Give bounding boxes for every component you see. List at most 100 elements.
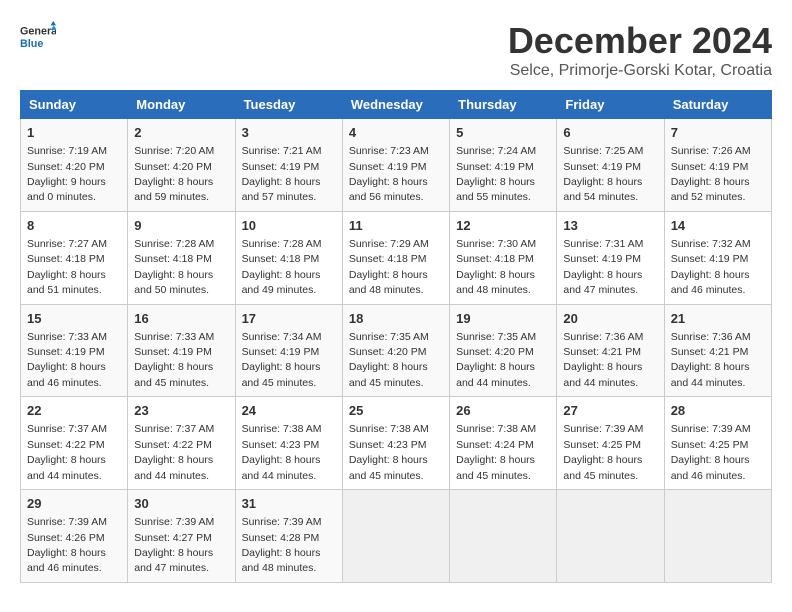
day-number: 12: [456, 217, 550, 235]
logo-icon: General Blue: [20, 20, 56, 56]
table-row: [664, 490, 771, 583]
logo: General Blue: [20, 20, 56, 56]
table-row: 20Sunrise: 7:36 AM Sunset: 4:21 PM Dayli…: [557, 304, 664, 397]
day-info: Sunrise: 7:39 AM Sunset: 4:28 PM Dayligh…: [242, 516, 322, 574]
page-title: December 2024: [508, 20, 772, 62]
day-info: Sunrise: 7:27 AM Sunset: 4:18 PM Dayligh…: [27, 238, 107, 296]
col-monday: Monday: [128, 91, 235, 119]
table-row: 6 Sunrise: 7:25 AM Sunset: 4:19 PM Daylig…: [557, 119, 664, 212]
table-row: 25Sunrise: 7:38 AM Sunset: 4:23 PM Dayli…: [342, 397, 449, 490]
table-row: [557, 490, 664, 583]
day-number: 1: [27, 124, 121, 142]
day-info: Sunrise: 7:28 AM Sunset: 4:18 PM Dayligh…: [242, 238, 322, 296]
day-number: 22: [27, 402, 121, 420]
table-row: 21 Sunrise: 7:36 AM Sunset: 4:21 PM Dayli…: [664, 304, 771, 397]
day-info: Sunrise: 7:24 AM Sunset: 4:19 PM Dayligh…: [456, 145, 536, 203]
day-number: 29: [27, 495, 121, 513]
table-row: 19Sunrise: 7:35 AM Sunset: 4:20 PM Dayli…: [450, 304, 557, 397]
day-info: Sunrise: 7:39 AM Sunset: 4:27 PM Dayligh…: [134, 516, 214, 574]
day-number: 8: [27, 217, 121, 235]
calendar-week-row: 8 Sunrise: 7:27 AM Sunset: 4:18 PM Daylig…: [21, 211, 772, 304]
svg-text:General: General: [20, 25, 56, 37]
calendar-week-row: 15 Sunrise: 7:33 AM Sunset: 4:19 PM Dayli…: [21, 304, 772, 397]
table-row: 5 Sunrise: 7:24 AM Sunset: 4:19 PM Daylig…: [450, 119, 557, 212]
day-number: 21: [671, 310, 765, 328]
day-number: 7: [671, 124, 765, 142]
day-info: Sunrise: 7:28 AM Sunset: 4:18 PM Dayligh…: [134, 238, 214, 296]
table-row: 26Sunrise: 7:38 AM Sunset: 4:24 PM Dayli…: [450, 397, 557, 490]
table-row: 15 Sunrise: 7:33 AM Sunset: 4:19 PM Dayli…: [21, 304, 128, 397]
day-info: Sunrise: 7:35 AM Sunset: 4:20 PM Dayligh…: [456, 331, 536, 389]
table-row: 4 Sunrise: 7:23 AM Sunset: 4:19 PM Daylig…: [342, 119, 449, 212]
day-number: 28: [671, 402, 765, 420]
calendar-week-row: 22 Sunrise: 7:37 AM Sunset: 4:22 PM Dayli…: [21, 397, 772, 490]
table-row: 22 Sunrise: 7:37 AM Sunset: 4:22 PM Dayli…: [21, 397, 128, 490]
day-info: Sunrise: 7:19 AM Sunset: 4:20 PM Dayligh…: [27, 145, 107, 203]
page-subtitle: Selce, Primorje-Gorski Kotar, Croatia: [508, 62, 772, 80]
day-info: Sunrise: 7:34 AM Sunset: 4:19 PM Dayligh…: [242, 331, 322, 389]
day-info: Sunrise: 7:38 AM Sunset: 4:24 PM Dayligh…: [456, 423, 536, 481]
day-info: Sunrise: 7:20 AM Sunset: 4:20 PM Dayligh…: [134, 145, 214, 203]
calendar-week-row: 1 Sunrise: 7:19 AM Sunset: 4:20 PM Daylig…: [21, 119, 772, 212]
day-number: 9: [134, 217, 228, 235]
svg-text:Blue: Blue: [20, 38, 43, 50]
table-row: 28Sunrise: 7:39 AM Sunset: 4:25 PM Dayli…: [664, 397, 771, 490]
day-info: Sunrise: 7:39 AM Sunset: 4:25 PM Dayligh…: [563, 423, 643, 481]
day-number: 18: [349, 310, 443, 328]
table-row: 3Sunrise: 7:21 AM Sunset: 4:19 PM Daylig…: [235, 119, 342, 212]
day-number: 10: [242, 217, 336, 235]
table-row: 24Sunrise: 7:38 AM Sunset: 4:23 PM Dayli…: [235, 397, 342, 490]
day-info: Sunrise: 7:36 AM Sunset: 4:21 PM Dayligh…: [563, 331, 643, 389]
col-wednesday: Wednesday: [342, 91, 449, 119]
table-row: 18 Sunrise: 7:35 AM Sunset: 4:20 PM Dayli…: [342, 304, 449, 397]
calendar-week-row: 29 Sunrise: 7:39 AM Sunset: 4:26 PM Dayli…: [21, 490, 772, 583]
table-row: [342, 490, 449, 583]
table-row: 8 Sunrise: 7:27 AM Sunset: 4:18 PM Daylig…: [21, 211, 128, 304]
day-info: Sunrise: 7:33 AM Sunset: 4:19 PM Dayligh…: [27, 331, 107, 389]
table-row: 7 Sunrise: 7:26 AM Sunset: 4:19 PM Daylig…: [664, 119, 771, 212]
col-saturday: Saturday: [664, 91, 771, 119]
day-info: Sunrise: 7:37 AM Sunset: 4:22 PM Dayligh…: [134, 423, 214, 481]
day-info: Sunrise: 7:39 AM Sunset: 4:26 PM Dayligh…: [27, 516, 107, 574]
table-row: 12Sunrise: 7:30 AM Sunset: 4:18 PM Dayli…: [450, 211, 557, 304]
day-number: 2: [134, 124, 228, 142]
day-info: Sunrise: 7:33 AM Sunset: 4:19 PM Dayligh…: [134, 331, 214, 389]
day-number: 6: [563, 124, 657, 142]
table-row: 31 Sunrise: 7:39 AM Sunset: 4:28 PM Dayli…: [235, 490, 342, 583]
table-row: 29 Sunrise: 7:39 AM Sunset: 4:26 PM Dayli…: [21, 490, 128, 583]
page-header: General Blue December 2024 Selce, Primor…: [20, 20, 772, 80]
title-block: December 2024 Selce, Primorje-Gorski Kot…: [508, 20, 772, 80]
day-number: 27: [563, 402, 657, 420]
day-info: Sunrise: 7:26 AM Sunset: 4:19 PM Dayligh…: [671, 145, 751, 203]
day-number: 4: [349, 124, 443, 142]
day-number: 13: [563, 217, 657, 235]
table-row: 16 Sunrise: 7:33 AM Sunset: 4:19 PM Dayli…: [128, 304, 235, 397]
day-info: Sunrise: 7:35 AM Sunset: 4:20 PM Dayligh…: [349, 331, 429, 389]
table-row: 23 Sunrise: 7:37 AM Sunset: 4:22 PM Dayli…: [128, 397, 235, 490]
day-info: Sunrise: 7:36 AM Sunset: 4:21 PM Dayligh…: [671, 331, 751, 389]
day-number: 31: [242, 495, 336, 513]
table-row: 17 Sunrise: 7:34 AM Sunset: 4:19 PM Dayli…: [235, 304, 342, 397]
table-row: 1 Sunrise: 7:19 AM Sunset: 4:20 PM Daylig…: [21, 119, 128, 212]
table-row: 11 Sunrise: 7:29 AM Sunset: 4:18 PM Dayli…: [342, 211, 449, 304]
day-number: 23: [134, 402, 228, 420]
calendar-table: Sunday Monday Tuesday Wednesday Thursday…: [20, 90, 772, 583]
table-row: 27 Sunrise: 7:39 AM Sunset: 4:25 PM Dayli…: [557, 397, 664, 490]
col-friday: Friday: [557, 91, 664, 119]
day-info: Sunrise: 7:25 AM Sunset: 4:19 PM Dayligh…: [563, 145, 643, 203]
day-info: Sunrise: 7:21 AM Sunset: 4:19 PM Dayligh…: [242, 145, 322, 203]
day-info: Sunrise: 7:31 AM Sunset: 4:19 PM Dayligh…: [563, 238, 643, 296]
day-info: Sunrise: 7:37 AM Sunset: 4:22 PM Dayligh…: [27, 423, 107, 481]
col-sunday: Sunday: [21, 91, 128, 119]
day-info: Sunrise: 7:23 AM Sunset: 4:19 PM Dayligh…: [349, 145, 429, 203]
day-number: 16: [134, 310, 228, 328]
table-row: [450, 490, 557, 583]
day-info: Sunrise: 7:29 AM Sunset: 4:18 PM Dayligh…: [349, 238, 429, 296]
day-number: 15: [27, 310, 121, 328]
calendar-header-row: Sunday Monday Tuesday Wednesday Thursday…: [21, 91, 772, 119]
day-number: 5: [456, 124, 550, 142]
day-info: Sunrise: 7:38 AM Sunset: 4:23 PM Dayligh…: [349, 423, 429, 481]
day-number: 11: [349, 217, 443, 235]
day-number: 17: [242, 310, 336, 328]
day-info: Sunrise: 7:38 AM Sunset: 4:23 PM Dayligh…: [242, 423, 322, 481]
